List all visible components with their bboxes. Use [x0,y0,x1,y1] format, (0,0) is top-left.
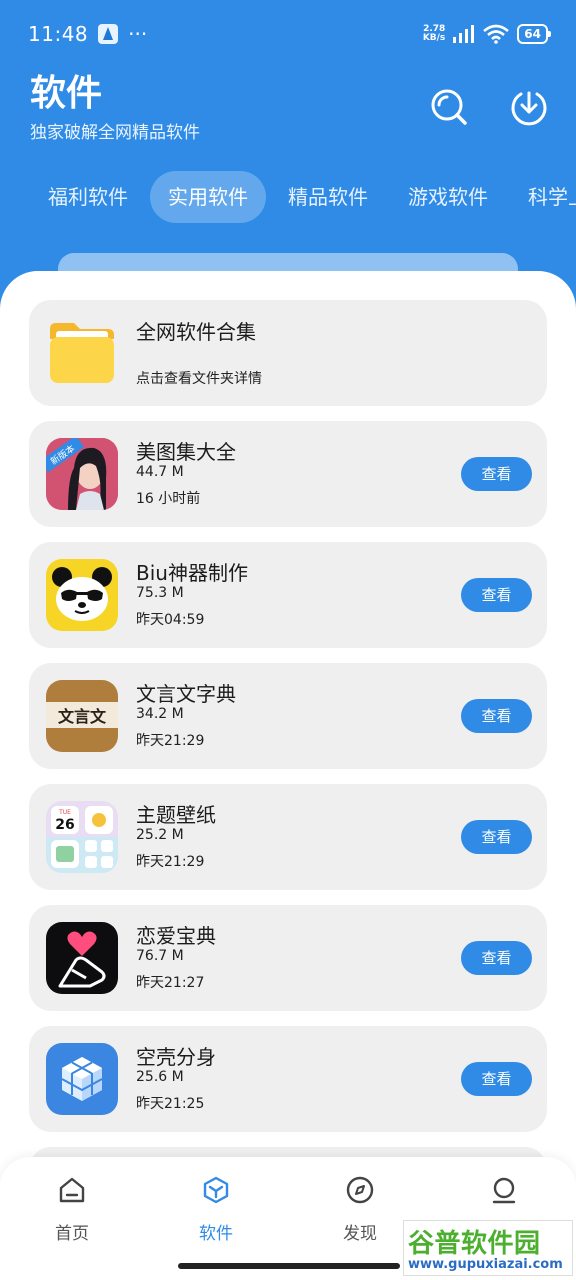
app-name: 恋爱宝典 [136,924,216,948]
status-time: 11:48 [28,22,89,46]
more-notifications-icon: ··· [128,22,148,46]
tab-game-software[interactable]: 游戏软件 [390,171,506,223]
watermark-title: 谷普软件园 [408,1229,541,1259]
app-name: Biu神器制作 [136,561,248,585]
software-list: 全网软件合集 点击查看文件夹详情 新版本 美图集大全 44.7 M 16 小时前… [0,271,576,1280]
download-icon[interactable] [510,88,548,126]
user-icon [492,1177,516,1204]
app-name: 空壳分身 [136,1045,216,1069]
portrait-app-icon: 新版本 [46,438,118,510]
calendar-date: 26 [55,817,74,833]
nav-home[interactable]: 首页 [22,1175,122,1244]
app-update-time: 昨天21:29 [136,733,205,749]
nav-software-label: 软件 [199,1224,233,1244]
page-subtitle: 独家破解全网精品软件 [30,123,200,143]
tab-welfare-software[interactable]: 福利软件 [30,171,146,223]
app-size: 25.2 M [136,827,184,843]
app-update-time: 昨天21:29 [136,854,205,870]
calendar-weekday: TUE [58,809,71,816]
app-size: 44.7 M [136,464,184,480]
app-size: 76.7 M [136,948,184,964]
nav-discover-label: 发现 [343,1224,377,1244]
view-button[interactable]: 查看 [461,699,532,733]
view-button[interactable]: 查看 [461,578,532,612]
app-update-time: 昨天21:27 [136,975,205,991]
list-item[interactable]: 空壳分身 25.6 M 昨天21:25 查看 [29,1026,547,1132]
list-item[interactable]: TUE 26 主题壁纸 25.2 M 昨天21:29 查看 [29,784,547,890]
notification-app-icon [98,24,119,44]
nav-home-label: 首页 [55,1224,89,1244]
nav-discover[interactable]: 发现 [310,1175,410,1244]
category-tabs: 福利软件 实用软件 精品软件 游戏软件 科学上 [0,170,576,224]
network-speed: 2.78 KB/s [423,25,445,43]
home-icon [59,1177,85,1203]
view-button[interactable]: 查看 [461,1062,532,1096]
app-update-time: 昨天04:59 [136,612,205,628]
watermark-url: www.gupuxiazai.com [408,1257,563,1272]
app-name: 美图集大全 [136,440,236,464]
status-bar: 11:48 ··· 2.78 KB/s 64 [0,0,576,68]
heart-hand-app-icon [46,922,118,994]
view-button[interactable]: 查看 [461,820,532,854]
app-update-time: 16 小时前 [136,491,201,507]
theme-wallpaper-app-icon: TUE 26 [46,801,118,873]
battery-level: 64 [517,24,551,44]
app-size: 34.2 M [136,706,184,722]
app-size: 75.3 M [136,585,184,601]
page-title: 软件 [30,73,103,114]
app-update-time: 昨天21:25 [136,1096,205,1112]
nav-software[interactable]: 软件 [166,1175,266,1244]
view-button[interactable]: 查看 [461,941,532,975]
site-watermark: 谷普软件园 www.gupuxiazai.com [403,1220,573,1276]
dictionary-app-icon: 文言文 [46,680,118,752]
view-button[interactable]: 查看 [461,457,532,491]
folder-description: 点击查看文件夹详情 [136,371,262,387]
app-name: 主题壁纸 [136,803,216,827]
home-indicator[interactable] [178,1263,400,1269]
folder-icon [50,323,114,383]
search-icon[interactable] [430,88,468,126]
panda-app-icon [46,559,118,631]
tab-premium-software[interactable]: 精品软件 [270,171,386,223]
list-item[interactable]: 恋爱宝典 76.7 M 昨天21:27 查看 [29,905,547,1011]
status-indicators: 2.78 KB/s 64 [423,24,551,44]
signal-icon [453,25,475,43]
compass-icon [346,1176,374,1204]
tab-science[interactable]: 科学上 [510,171,576,223]
cube-clone-app-icon [46,1043,118,1115]
cube-icon [203,1176,229,1204]
tab-utility-software[interactable]: 实用软件 [150,171,266,223]
wifi-icon [483,24,510,44]
network-speed-unit: KB/s [422,33,446,43]
list-item[interactable]: 文言文 文言文字典 34.2 M 昨天21:29 查看 [29,663,547,769]
folder-card[interactable]: 全网软件合集 点击查看文件夹详情 [29,300,547,406]
app-size: 25.6 M [136,1069,184,1085]
page-header: 软件 独家破解全网精品软件 [30,72,200,143]
app-name: 文言文字典 [136,682,236,706]
list-item[interactable]: Biu神器制作 75.3 M 昨天04:59 查看 [29,542,547,648]
list-item[interactable]: 新版本 美图集大全 44.7 M 16 小时前 查看 [29,421,547,527]
folder-title: 全网软件合集 [136,320,256,344]
dictionary-icon-text: 文言文 [58,707,107,726]
